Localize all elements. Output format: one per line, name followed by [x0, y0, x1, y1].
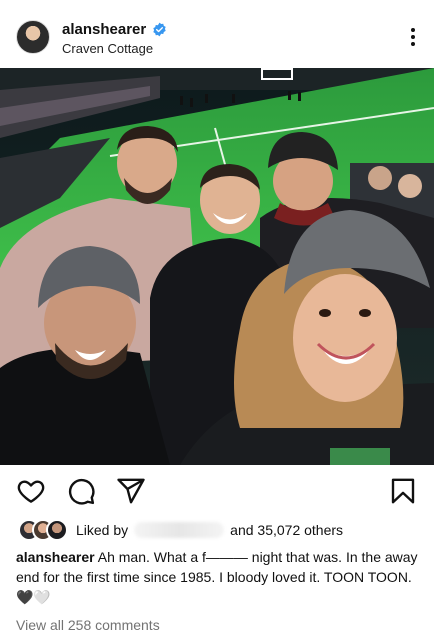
username[interactable]: alanshearer	[62, 21, 146, 38]
redacted-liker-name	[134, 522, 225, 538]
caption-username[interactable]: alanshearer	[16, 549, 95, 565]
liked-by-label: Liked by	[76, 522, 129, 538]
post-photo[interactable]	[0, 68, 434, 465]
comment-icon[interactable]	[66, 476, 96, 506]
username-row: alanshearer	[62, 21, 167, 38]
send-icon[interactable]	[116, 476, 146, 506]
stadium-selfie-image	[0, 68, 434, 465]
view-all-comments-link[interactable]: View all 258 comments	[16, 617, 160, 633]
post-header: alanshearer Craven Cottage	[0, 0, 434, 70]
verified-badge-icon	[153, 22, 166, 37]
location-link[interactable]: Craven Cottage	[62, 41, 153, 56]
likes-count[interactable]: and 35,072 others	[230, 522, 343, 538]
bookmark-icon[interactable]	[388, 476, 418, 506]
caption: alanshearer Ah man. What a f——— night th…	[16, 547, 420, 607]
heart-icon[interactable]	[16, 476, 46, 506]
likes-row[interactable]: Liked by and 35,072 others	[18, 518, 343, 542]
action-bar	[0, 476, 434, 508]
avatar[interactable]	[16, 20, 50, 54]
liker-avatars	[18, 519, 70, 541]
more-options-icon[interactable]	[410, 28, 416, 48]
liker-avatar	[46, 519, 68, 541]
